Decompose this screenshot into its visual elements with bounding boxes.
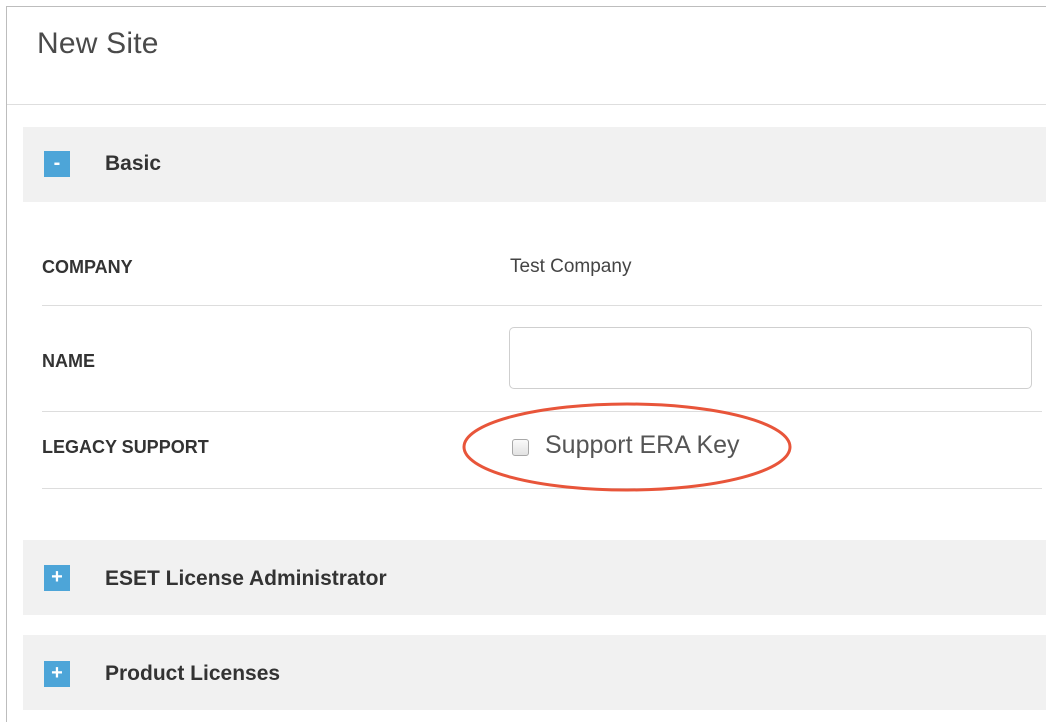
company-row-divider (42, 305, 1042, 306)
name-label: NAME (42, 351, 95, 371)
support-era-key-checkbox[interactable] (512, 439, 529, 456)
page-header: New Site (7, 7, 1046, 105)
support-era-key-label[interactable]: Support ERA Key (545, 431, 740, 460)
company-value: Test Company (510, 256, 632, 277)
section-product-licenses-title: Product Licenses (105, 662, 281, 685)
dialog-frame: New Site - Basic COMPANY Test Company NA… (6, 6, 1046, 722)
section-eset-license-administrator-header[interactable]: + ESET License Administrator (23, 540, 1046, 615)
legacy-support-label: LEGACY SUPPORT (42, 437, 209, 457)
expand-eset-license-administrator-button[interactable]: + (44, 565, 70, 591)
section-basic-header[interactable]: - Basic (23, 127, 1046, 202)
legacy-row-divider (42, 488, 1042, 489)
company-label: COMPANY (42, 257, 133, 277)
expand-product-licenses-button[interactable]: + (44, 661, 70, 687)
section-eset-license-administrator-title: ESET License Administrator (105, 567, 387, 590)
collapse-basic-button[interactable]: - (44, 151, 70, 177)
section-product-licenses-header[interactable]: + Product Licenses (23, 635, 1046, 710)
section-basic-title: Basic (105, 152, 162, 175)
name-row-divider (42, 411, 1042, 412)
name-input[interactable] (509, 327, 1032, 389)
page-title: New Site (37, 27, 159, 60)
